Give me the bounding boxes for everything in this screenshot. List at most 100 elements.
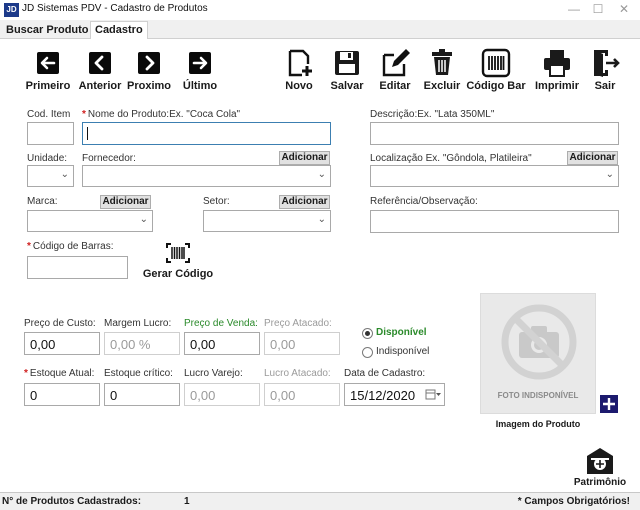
title-bar: JD JD Sistemas PDV - Cadastro de Produto… [0, 0, 640, 20]
codigo-barras-field[interactable] [27, 256, 128, 279]
product-count-value: 1 [184, 496, 190, 507]
codigo-barras-label-text: Código de Barras: [32, 241, 114, 252]
estoque-atual-label: * Estoque Atual: [24, 368, 94, 379]
minimize-icon[interactable]: — [562, 0, 586, 20]
estoque-atual-value: 0 [30, 388, 38, 403]
add-marca-button[interactable]: Adicionar [100, 195, 151, 209]
required-mark: * [24, 368, 28, 379]
print-label: Imprimir [534, 80, 579, 92]
save-icon [332, 48, 362, 81]
preco-atacado-label: Preço Atacado: [264, 318, 332, 329]
cod-item-field[interactable] [27, 122, 74, 145]
descricao-field[interactable] [370, 122, 619, 145]
data-cadastro-value: 15/12/2020 [350, 388, 416, 403]
chevron-down-icon: ⌄ [317, 214, 326, 225]
next-button[interactable]: Proximo [126, 52, 172, 94]
last-button[interactable]: Último [178, 52, 222, 94]
estoque-atual-field[interactable]: 0 [24, 383, 100, 406]
photo-caption: Imagem do Produto [495, 419, 581, 429]
barcode-icon [165, 242, 191, 267]
localizacao-label: Localização Ex. "Gôndola, Platileira" [370, 153, 532, 164]
save-label: Salvar [330, 80, 364, 92]
no-camera-icon [499, 302, 579, 385]
print-button[interactable]: Imprimir [532, 48, 582, 94]
new-button[interactable]: Novo [280, 48, 318, 94]
new-document-icon [284, 48, 314, 81]
tab-cadastro[interactable]: Cadastro [90, 21, 148, 39]
prev-button[interactable]: Anterior [76, 52, 124, 94]
next-label: Proximo [126, 80, 171, 92]
product-image-placeholder[interactable]: FOTO INDISPONÍVEL [480, 293, 596, 414]
preco-custo-field[interactable]: 0,00 [24, 332, 100, 355]
add-setor-button[interactable]: Adicionar [279, 195, 330, 209]
estoque-atual-label-text: Estoque Atual: [29, 368, 95, 379]
lucro-varejo-label: Lucro Varejo: [184, 368, 243, 379]
close-icon[interactable]: ✕ [612, 0, 636, 20]
add-fornecedor-button[interactable]: Adicionar [279, 151, 330, 165]
barcode-icon [481, 48, 511, 81]
photo-placeholder-text: FOTO INDISPONÍVEL [497, 391, 579, 400]
barcode-button[interactable]: Código Bar [466, 48, 526, 94]
unidade-label: Unidade: [27, 153, 68, 164]
nome-label-text: Nome do Produto:Ex. "Coca Cola" [87, 109, 241, 120]
plus-icon[interactable] [600, 395, 618, 413]
estoque-critico-field[interactable]: 0 [104, 383, 180, 406]
status-bar: N° de Produtos Cadastrados: 1 * Campos O… [0, 492, 640, 510]
required-mark: * [82, 109, 86, 120]
delete-button[interactable]: Excluir [422, 48, 462, 94]
marca-select[interactable]: ⌄ [27, 210, 153, 232]
exit-icon [590, 48, 620, 81]
margem-lucro-field[interactable]: 0,00 % [104, 332, 180, 355]
preco-venda-label: Preço de Venda: [184, 318, 258, 329]
unidade-select[interactable]: ⌄ [27, 165, 74, 187]
referencia-field[interactable] [370, 210, 619, 233]
nome-label: * Nome do Produto:Ex. "Coca Cola" [82, 109, 240, 120]
add-localizacao-button[interactable]: Adicionar [567, 151, 618, 165]
text-cursor [87, 127, 88, 140]
preco-atacado-value: 0,00 [270, 337, 296, 352]
exit-button[interactable]: Sair [586, 48, 624, 94]
first-label: Primeiro [25, 80, 71, 92]
arrow-right-icon [189, 52, 211, 74]
margem-lucro-value: 0,00 % [110, 337, 151, 352]
preco-venda-value: 0,00 [190, 337, 216, 352]
data-cadastro-field[interactable]: 15/12/2020 [344, 383, 445, 406]
exit-label: Sair [594, 80, 616, 92]
calendar-icon[interactable] [425, 388, 441, 404]
chevron-down-icon: ⌄ [317, 169, 326, 180]
building-icon [585, 446, 615, 479]
gerar-codigo-button[interactable]: Gerar Código [142, 242, 214, 282]
first-button[interactable]: Primeiro [24, 52, 72, 94]
nome-produto-field[interactable] [82, 122, 331, 145]
chevron-down-icon: ⌄ [605, 169, 614, 180]
data-cadastro-label: Data de Cadastro: [344, 368, 426, 379]
disponivel-radio[interactable] [362, 328, 373, 339]
marca-label: Marca: [27, 196, 58, 207]
trash-icon [427, 48, 457, 81]
setor-label: Setor: [203, 196, 230, 207]
save-button[interactable]: Salvar [327, 48, 367, 94]
preco-atacado-field[interactable]: 0,00 [264, 332, 340, 355]
patrimonio-label: Patrimônio [573, 477, 627, 488]
preco-venda-field[interactable]: 0,00 [184, 332, 260, 355]
localizacao-select[interactable]: ⌄ [370, 165, 619, 187]
indisponivel-radio[interactable] [362, 347, 373, 358]
patrimonio-button[interactable]: Patrimônio [566, 446, 634, 490]
chevron-down-icon: ⌄ [139, 214, 148, 225]
lucro-varejo-field[interactable]: 0,00 [184, 383, 260, 406]
chevron-left-icon [89, 52, 111, 74]
edit-button[interactable]: Editar [376, 48, 414, 94]
chevron-right-icon [138, 52, 160, 74]
window-title: JD Sistemas PDV - Cadastro de Produtos [22, 3, 208, 14]
lucro-atacado-field[interactable]: 0,00 [264, 383, 340, 406]
lucro-atacado-label: Lucro Atacado: [264, 368, 331, 379]
descricao-label: Descrição:Ex. "Lata 350ML" [370, 109, 495, 120]
product-count-label: N° de Produtos Cadastrados: [2, 496, 142, 507]
tab-buscar-produto[interactable]: Buscar Produto [2, 22, 93, 39]
delete-label: Excluir [423, 80, 461, 92]
setor-select[interactable]: ⌄ [203, 210, 331, 232]
disponivel-label: Disponível [376, 327, 427, 338]
fornecedor-select[interactable]: ⌄ [82, 165, 331, 187]
chevron-down-icon: ⌄ [60, 169, 69, 180]
maximize-icon[interactable]: ☐ [586, 0, 610, 20]
